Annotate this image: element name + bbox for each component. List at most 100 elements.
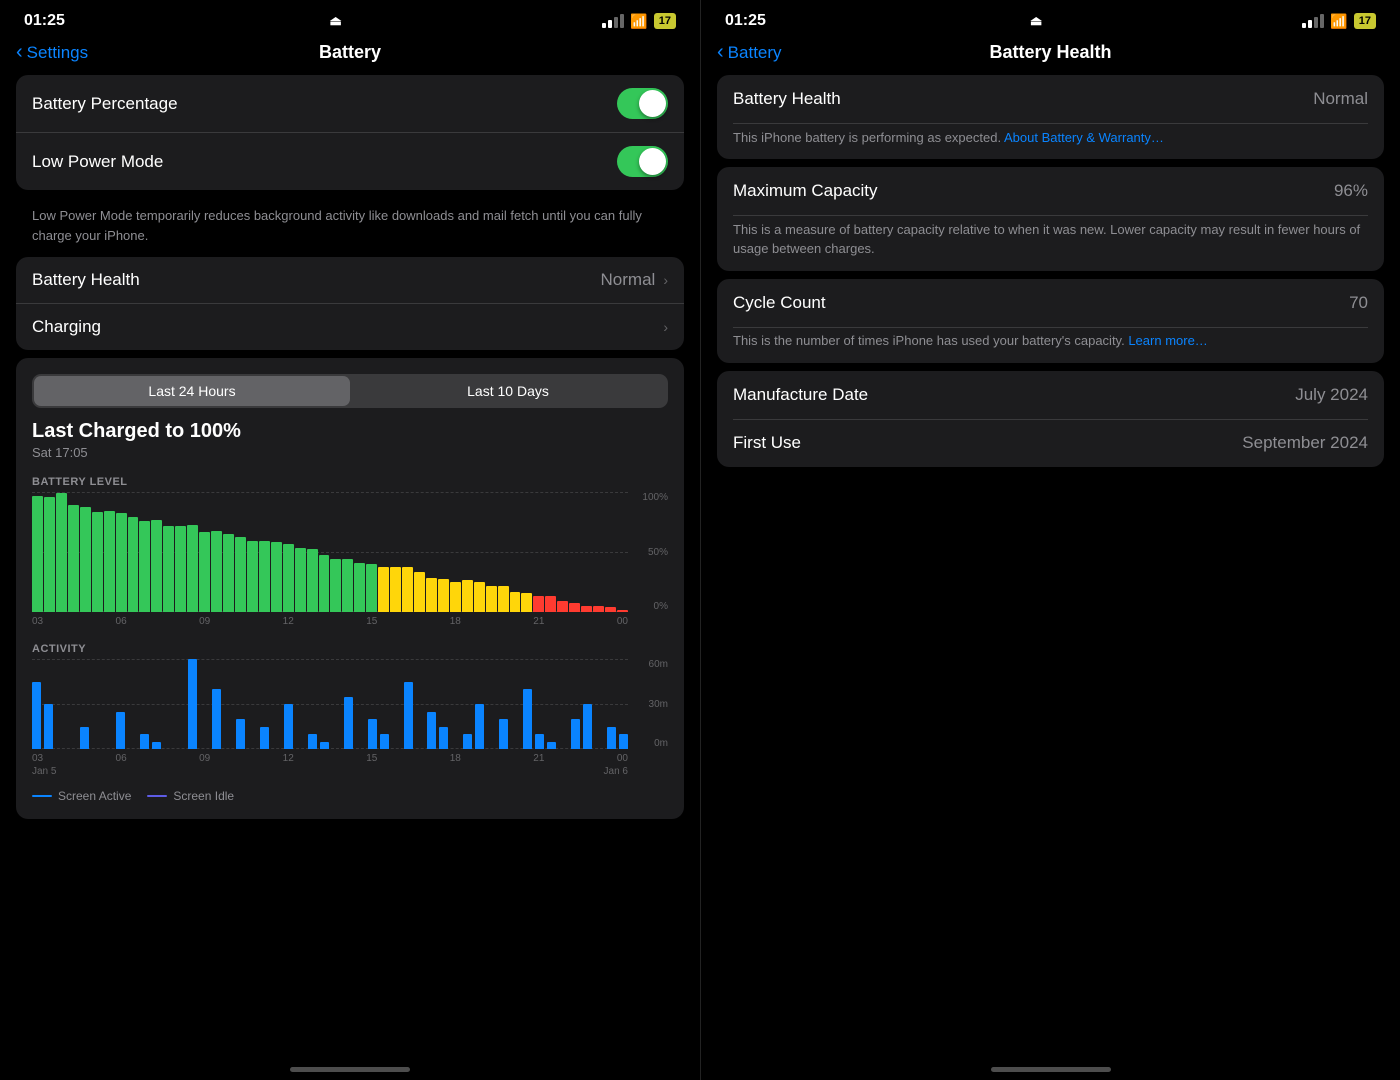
activity-label: ACTIVITY — [32, 643, 668, 655]
ax-18: 18 — [450, 753, 461, 764]
signal-bars-right — [1302, 14, 1324, 28]
activity-bar-29 — [380, 734, 389, 749]
battery-chart-area: 100% 50% 0% — [32, 492, 668, 612]
chevron-battery-health: › — [663, 272, 668, 288]
battery-bar-23 — [307, 549, 318, 612]
battery-percentage-toggle[interactable] — [617, 88, 668, 119]
chart-section: Last 24 Hours Last 10 Days Last Charged … — [16, 358, 684, 819]
battery-health-description: This iPhone battery is performing as exp… — [717, 124, 1384, 160]
battery-bar-2 — [56, 493, 67, 612]
activity-bar-15 — [212, 689, 221, 749]
activity-bar-41 — [523, 689, 532, 749]
activity-y-labels: 60m 30m 0m — [649, 659, 668, 749]
battery-bar-35 — [450, 582, 461, 612]
time-right: 01:25 — [725, 12, 766, 30]
low-power-mode-row[interactable]: Low Power Mode — [16, 133, 684, 190]
battery-bar-18 — [247, 541, 258, 612]
battery-warranty-link[interactable]: About Battery & Warranty… — [1004, 130, 1164, 145]
battery-bar-39 — [498, 586, 509, 612]
nav-bar-right: ‹ Battery Battery Health — [701, 38, 1400, 75]
segment-control[interactable]: Last 24 Hours Last 10 Days — [32, 374, 668, 408]
toggle-knob-percentage — [639, 90, 666, 117]
low-power-mode-toggle[interactable] — [617, 146, 668, 177]
learn-more-link[interactable]: Learn more… — [1128, 333, 1207, 348]
activity-bar-28 — [368, 719, 377, 749]
nav-bar-left: ‹ Settings Battery — [0, 38, 700, 75]
battery-health-row[interactable]: Battery Health Normal › — [16, 257, 684, 304]
battery-bar-20 — [271, 542, 282, 612]
battery-bar-49 — [617, 610, 628, 612]
battery-bar-36 — [462, 580, 473, 612]
legend-screen-active: Screen Active — [32, 789, 131, 803]
activity-bar-33 — [427, 712, 436, 750]
battery-bar-15 — [211, 531, 222, 612]
x-label-00: 00 — [617, 616, 628, 627]
date-label-right: Jan 6 — [604, 766, 628, 777]
activity-bar-13 — [188, 659, 197, 749]
legend-idle-color — [147, 795, 167, 797]
back-button-left[interactable]: ‹ Settings — [16, 41, 88, 64]
toggle-group: Battery Percentage Low Power Mode — [16, 75, 684, 190]
activity-bar-31 — [404, 682, 413, 750]
segment-24h-label: Last 24 Hours — [148, 383, 235, 399]
activity-bar-10 — [152, 742, 161, 750]
legend-idle-label: Screen Idle — [173, 789, 234, 803]
battery-bar-34 — [438, 579, 449, 612]
battery-level-left: 17 — [659, 15, 671, 27]
battery-bars — [32, 492, 628, 612]
activity-bar-34 — [439, 727, 448, 750]
battery-health-info-group: Battery Health Normal This iPhone batter… — [717, 75, 1384, 159]
charging-right: › — [663, 319, 668, 335]
manufacture-date-value: July 2024 — [1295, 385, 1368, 405]
battery-bar-24 — [319, 555, 330, 612]
x-label-06: 06 — [116, 616, 127, 627]
time-left: 01:25 — [24, 12, 65, 30]
left-panel: 01:25 ⏏ 📶 17 ‹ Settings Battery Batt — [0, 0, 700, 1080]
y-label-50: 50% — [648, 547, 668, 558]
x-label-03: 03 — [32, 616, 43, 627]
ax-09: 09 — [199, 753, 210, 764]
activity-bars — [32, 659, 628, 749]
content-left: Battery Percentage Low Power Mode Low Po… — [0, 75, 700, 1055]
battery-bar-26 — [342, 559, 353, 612]
battery-bar-9 — [139, 521, 150, 612]
sleep-icon-left: ⏏ — [329, 13, 341, 29]
charging-row[interactable]: Charging › — [16, 304, 684, 350]
battery-bar-27 — [354, 563, 365, 612]
y-label-0: 0% — [654, 601, 668, 612]
activity-chart-area: 60m 30m 0m — [32, 659, 668, 749]
battery-health-info-value: Normal — [1313, 89, 1368, 109]
battery-bar-28 — [366, 564, 377, 612]
activity-bar-49 — [619, 734, 628, 749]
ax-21: 21 — [533, 753, 544, 764]
battery-bar-21 — [283, 544, 294, 612]
segment-10d[interactable]: Last 10 Days — [350, 376, 666, 406]
battery-bar-8 — [128, 517, 139, 612]
x-label-12: 12 — [283, 616, 294, 627]
signal-bars-left — [602, 14, 624, 28]
battery-bar-7 — [116, 513, 127, 612]
battery-bar-45 — [569, 603, 580, 612]
segment-24h[interactable]: Last 24 Hours — [34, 376, 350, 406]
activity-bar-0 — [32, 682, 41, 750]
status-icons-left: 📶 17 — [602, 13, 676, 30]
battery-bar-25 — [330, 559, 341, 612]
home-indicator-left — [290, 1067, 410, 1072]
battery-percentage-row[interactable]: Battery Percentage — [16, 75, 684, 133]
activity-bar-36 — [463, 734, 472, 749]
battery-health-value: Normal — [601, 270, 656, 290]
back-button-right[interactable]: ‹ Battery — [717, 41, 782, 64]
activity-bar-7 — [116, 712, 125, 750]
x-label-18: 18 — [450, 616, 461, 627]
status-bar-right: 01:25 ⏏ 📶 17 — [701, 0, 1400, 38]
battery-bar-30 — [390, 567, 401, 612]
activity-bar-39 — [499, 719, 508, 749]
chevron-charging: › — [663, 319, 668, 335]
first-use-value: September 2024 — [1242, 433, 1368, 453]
battery-bar-17 — [235, 537, 246, 612]
activity-bar-43 — [547, 742, 556, 750]
back-label-left: Settings — [27, 43, 88, 63]
signal-bar-3 — [614, 17, 618, 28]
battery-bar-4 — [80, 507, 91, 612]
charging-label: Charging — [32, 317, 101, 337]
